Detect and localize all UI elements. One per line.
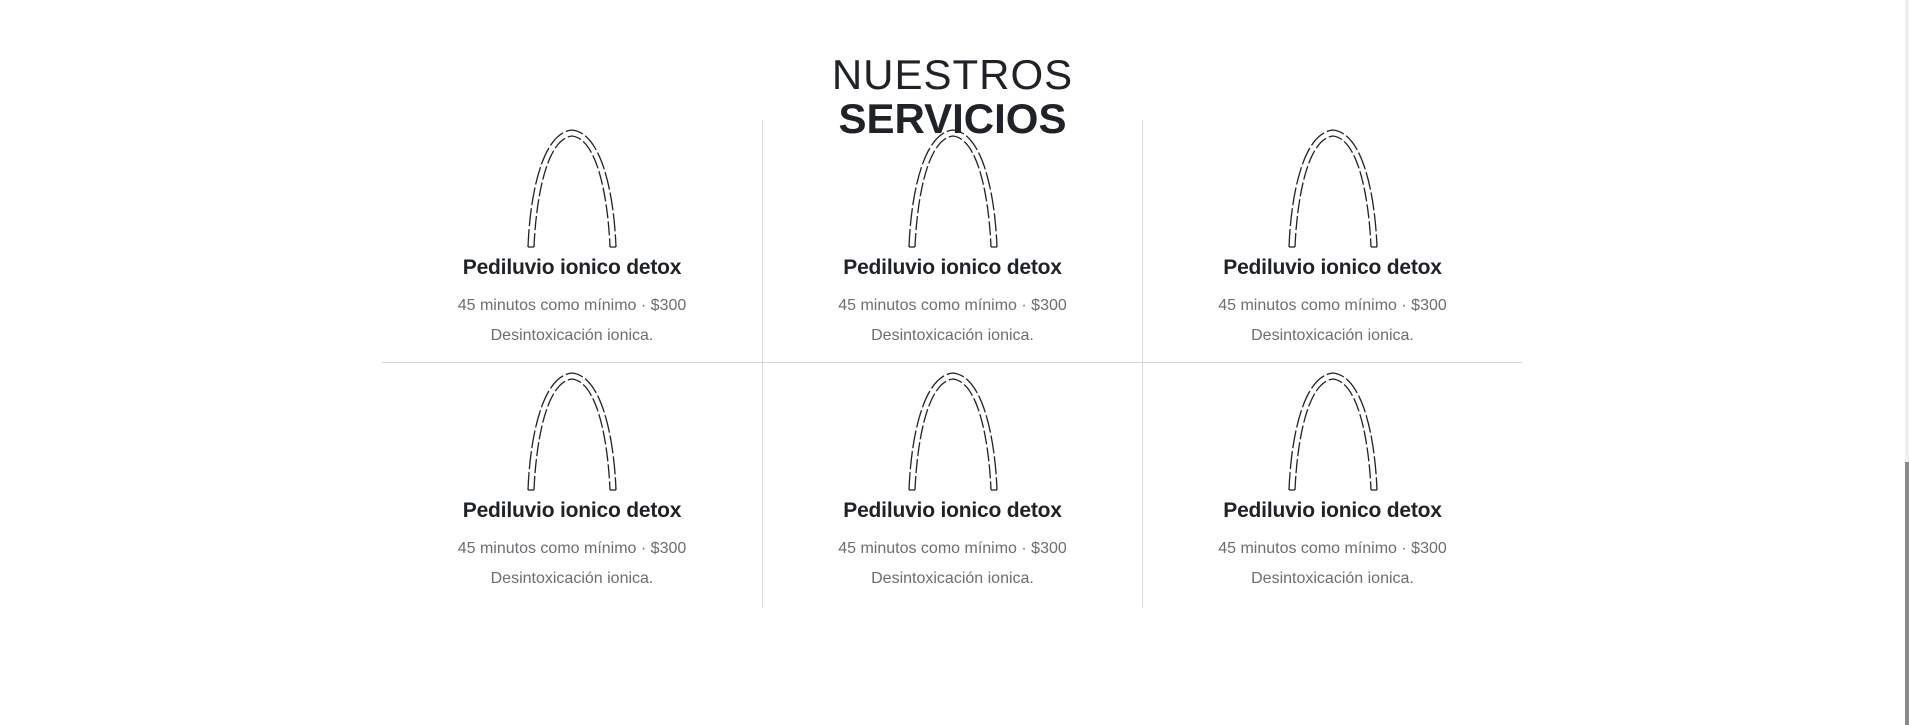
service-card[interactable]: Pediluvio ionico detox 45 minutos como m… xyxy=(762,363,1142,608)
service-card[interactable]: Pediluvio ionico detox 45 minutos como m… xyxy=(762,120,1142,363)
arch-icon xyxy=(907,129,998,248)
service-description: Desintoxicación ionica. xyxy=(1251,327,1414,344)
heading-line-1: NUESTROS xyxy=(831,50,1074,98)
service-description: Desintoxicación ionica. xyxy=(490,570,654,587)
service-meta: 45 minutos como mínimo · $300 xyxy=(1218,540,1447,557)
service-meta: 45 minutos como mínimo · $300 xyxy=(838,297,1067,314)
service-title: Pediluvio ionico detox xyxy=(843,256,1062,279)
service-title: Pediluvio ionico detox xyxy=(843,499,1062,522)
service-card[interactable]: Pediluvio ionico detox 45 minutos como m… xyxy=(382,120,762,363)
scrollbar-thumb[interactable] xyxy=(1905,462,1909,725)
arch-icon xyxy=(907,372,998,491)
service-meta: 45 minutos como mínimo · $300 xyxy=(457,297,687,314)
service-title: Pediluvio ionico detox xyxy=(1223,256,1442,279)
arch-icon xyxy=(527,372,617,491)
service-card[interactable]: Pediluvio ionico detox 45 minutos como m… xyxy=(382,363,762,608)
arch-icon xyxy=(1287,129,1378,248)
service-description: Desintoxicación ionica. xyxy=(1251,570,1414,587)
vertical-scrollbar[interactable] xyxy=(1905,0,1909,725)
service-title: Pediluvio ionico detox xyxy=(462,499,682,522)
arch-icon xyxy=(1287,372,1378,491)
service-meta: 45 minutos como mínimo · $300 xyxy=(838,540,1067,557)
services-section: NUESTROS SERVICIOS Pediluvio ionico deto… xyxy=(0,0,1909,725)
arch-icon xyxy=(527,129,617,248)
service-card[interactable]: Pediluvio ionico detox 45 minutos como m… xyxy=(1142,363,1522,608)
service-title: Pediluvio ionico detox xyxy=(1223,499,1442,522)
service-meta: 45 minutos como mínimo · $300 xyxy=(1218,297,1447,314)
service-description: Desintoxicación ionica. xyxy=(490,327,654,344)
services-grid: Pediluvio ionico detox 45 minutos como m… xyxy=(382,120,1522,608)
service-title: Pediluvio ionico detox xyxy=(462,256,682,279)
service-card[interactable]: Pediluvio ionico detox 45 minutos como m… xyxy=(1142,120,1522,363)
service-meta: 45 minutos como mínimo · $300 xyxy=(457,540,687,557)
service-description: Desintoxicación ionica. xyxy=(871,327,1034,344)
service-description: Desintoxicación ionica. xyxy=(871,570,1034,587)
